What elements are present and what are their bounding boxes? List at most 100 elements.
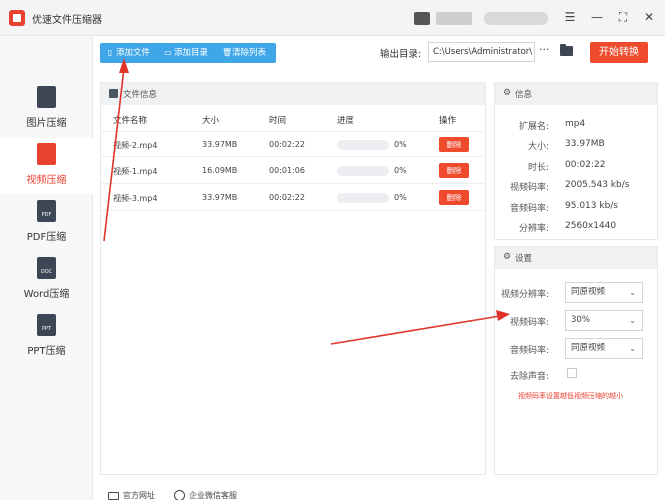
add-file-button[interactable]: ▯ 添加文件 <box>106 43 150 63</box>
image-file-icon <box>37 86 56 108</box>
account-info-blurred <box>484 12 548 25</box>
info-row-resolution: 分辨率: 2560x1440 <box>495 221 657 235</box>
chevron-down-icon: ⌄ <box>629 288 636 297</box>
open-folder-icon[interactable] <box>560 44 573 56</box>
output-dir-input[interactable]: C:\Users\Administrator\ <box>428 42 535 62</box>
column-header-time: 时间 <box>269 116 287 126</box>
official-website-link[interactable]: 官方网址 <box>108 490 155 500</box>
info-row-video-bitrate: 视频码率: 2005.543 kb/s <box>495 180 657 194</box>
setting-label: 视频码率: <box>509 318 549 328</box>
info-value: 33.97MB <box>565 139 605 149</box>
pdf-file-icon: PDF <box>37 200 56 222</box>
customer-service-link[interactable]: 企业微信客服 <box>174 490 237 500</box>
info-value: 2005.543 kb/s <box>565 180 630 190</box>
audio-bitrate-select[interactable]: 同原视频 ⌄ <box>565 338 643 359</box>
menu-icon[interactable]: ☰ <box>562 9 578 25</box>
sidebar-item-label: Word压缩 <box>23 289 70 300</box>
table-row[interactable]: 视频-1.mp4 16.09MB 00:01:06 0% 删除 <box>101 158 485 184</box>
sidebar-item-label: 图片压缩 <box>26 118 67 129</box>
settings-panel-header: ⚙ 设置 <box>495 247 657 269</box>
ppt-file-icon: PPT <box>37 314 56 336</box>
info-key: 大小: <box>527 142 549 152</box>
info-value: 00:02:22 <box>565 160 606 170</box>
chevron-down-icon: ⌄ <box>629 316 636 325</box>
file-size: 16.09MB <box>202 166 238 175</box>
file-name: 视频-2.mp4 <box>113 141 158 150</box>
sidebar-item-label: PPT压缩 <box>27 346 66 357</box>
sidebar-item-label: PDF压缩 <box>26 232 67 243</box>
monitor-icon <box>108 491 119 500</box>
setting-resolution: 视频分辨率: 同原视频 ⌄ <box>495 282 657 304</box>
app-logo-icon <box>9 10 25 26</box>
info-row-size: 大小: 33.97MB <box>495 139 657 153</box>
info-row-audio-bitrate: 音频码率: 95.013 kb/s <box>495 201 657 215</box>
title-bar: 优速文件压缩器 ☰ — ⛶ ✕ <box>0 0 665 36</box>
file-time: 00:02:22 <box>269 193 305 202</box>
info-panel-title: 信息 <box>515 90 533 100</box>
column-header-size: 大小 <box>202 116 220 126</box>
info-panel-header: ⚙ 信息 <box>495 83 657 105</box>
info-key: 分辨率: <box>518 224 549 234</box>
trash-icon: 🗑 <box>222 48 233 57</box>
app-title: 优速文件压缩器 <box>32 15 102 26</box>
video-bitrate-select[interactable]: 30% ⌄ <box>565 310 643 331</box>
folder-icon: ▭ <box>164 48 172 57</box>
remove-audio-checkbox[interactable] <box>567 368 577 378</box>
sidebar: 图片压缩 视频压缩 PDF PDF压缩 DOC Word压缩 PPT PPT压缩 <box>0 37 93 500</box>
sidebar-item-pdf[interactable]: PDF PDF压缩 <box>0 195 93 251</box>
table-row[interactable]: 视频-3.mp4 33.97MB 00:02:22 0% 删除 <box>101 185 485 211</box>
sidebar-item-word[interactable]: DOC Word压缩 <box>0 252 93 308</box>
file-icon: ▯ <box>107 48 113 57</box>
info-key: 音频码率: <box>509 204 549 214</box>
sidebar-item-image[interactable]: 图片压缩 <box>0 81 93 137</box>
delete-button[interactable]: 删除 <box>439 137 469 152</box>
progress-percent: 0% <box>394 140 407 149</box>
setting-label: 去除声音: <box>509 372 549 382</box>
delete-button[interactable]: 删除 <box>439 163 469 178</box>
progress-bar <box>337 193 389 203</box>
bitrate-hint-text: 视频码率设置越低视频压缩的越小 <box>518 392 623 400</box>
file-toolbar: ▯ 添加文件 ▭ 添加目录 🗑清除列表 <box>100 43 276 63</box>
maximize-icon[interactable]: ⛶ <box>615 9 631 25</box>
user-name-blurred <box>436 12 472 25</box>
column-header-progress: 进度 <box>337 116 355 126</box>
column-header-action: 操作 <box>439 116 457 126</box>
info-value: 95.013 kb/s <box>565 201 618 211</box>
start-convert-button[interactable]: 开始转换 <box>590 42 648 63</box>
settings-panel: ⚙ 设置 视频分辨率: 同原视频 ⌄ 视频码率: 30% ⌄ 音频码率: 同原视频 ⌄… <box>494 246 658 475</box>
more-options-button[interactable]: ··· <box>539 43 550 56</box>
clear-list-button[interactable]: 🗑清除列表 <box>222 43 266 63</box>
chevron-down-icon: ⌄ <box>629 344 636 353</box>
delete-button[interactable]: 删除 <box>439 190 469 205</box>
progress-bar <box>337 166 389 176</box>
resolution-select[interactable]: 同原视频 ⌄ <box>565 282 643 303</box>
setting-remove-audio: 去除声音: <box>495 364 657 386</box>
add-folder-button[interactable]: ▭ 添加目录 <box>164 43 208 63</box>
progress-percent: 0% <box>394 166 407 175</box>
close-icon[interactable]: ✕ <box>641 9 657 25</box>
info-row-duration: 时长: 00:02:22 <box>495 160 657 174</box>
file-name: 视频-3.mp4 <box>113 194 158 203</box>
progress-percent: 0% <box>394 193 407 202</box>
file-panel-title: 文件信息 <box>123 90 158 100</box>
video-file-icon <box>37 143 56 165</box>
file-time: 00:02:22 <box>269 140 305 149</box>
info-key: 扩展名: <box>518 122 549 132</box>
progress-bar <box>337 140 389 150</box>
table-row[interactable]: 视频-2.mp4 33.97MB 00:02:22 0% 删除 <box>101 131 485 157</box>
footer: 官方网址 企业微信客服 <box>94 484 665 500</box>
minimize-icon[interactable]: — <box>589 9 605 25</box>
file-size: 33.97MB <box>202 193 238 202</box>
setting-label: 视频分辨率: <box>500 290 549 300</box>
setting-label: 音频码率: <box>509 346 549 356</box>
sidebar-item-video[interactable]: 视频压缩 <box>0 138 93 194</box>
user-avatar[interactable] <box>414 12 430 25</box>
chat-icon <box>174 490 185 500</box>
column-header-name: 文件名称 <box>113 116 148 126</box>
doc-file-icon: DOC <box>37 257 56 279</box>
setting-audio-bitrate: 音频码率: 同原视频 ⌄ <box>495 338 657 360</box>
gear-icon: ⚙ <box>503 252 512 262</box>
sidebar-item-ppt[interactable]: PPT PPT压缩 <box>0 309 93 365</box>
sidebar-item-label: 视频压缩 <box>26 175 67 186</box>
file-size: 33.97MB <box>202 140 238 149</box>
